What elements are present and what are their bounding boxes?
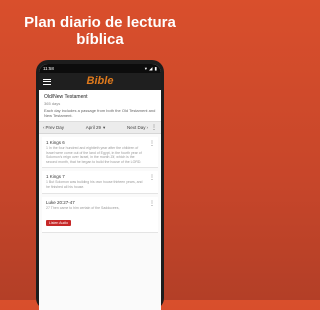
next-day-label: Next Day [126,125,146,130]
reading-preview: 1 In the four hundred and eightieth year… [46,146,142,164]
next-day-button[interactable]: Next Day › [127,125,148,130]
app-title: Bible [86,75,114,87]
plan-duration: 365 days [44,101,61,106]
reading-reference: 1 Kings 7 [46,174,65,179]
phone-screen: 11:58 ▾ ◢ ▮ Bible Old/New Testament 365 … [39,64,161,310]
plan-description: Each day includes a passage from both th… [44,108,156,118]
battery-icon: ▮ [154,65,157,71]
chevron-down-icon: ▾ [103,124,106,130]
promo-headline: Plan diario de lectura bíblica [0,14,200,48]
listen-audio-button[interactable]: Listen Audio [46,219,72,226]
reading-preview: 27 Then came to him certain of the Saddu… [46,206,120,210]
current-date: April 29 [85,125,101,130]
plan-header: Old/New Testament 365 days Each day incl… [39,90,161,122]
promo-line-2: bíblica [76,31,124,48]
more-options-icon[interactable]: ⋮ [149,140,155,147]
reading-reference: Luke 20:27-47 [46,200,75,205]
reading-card[interactable]: 1 Kings 7 1 But Solomon was building his… [42,171,158,194]
chevron-left-icon: ‹ [43,125,45,130]
app-bar: Bible [39,73,161,90]
prev-day-button[interactable]: ‹ Prev Day [43,125,64,130]
plan-title: Old/New Testament [44,94,88,100]
more-options-icon[interactable]: ⋮ [149,174,155,181]
date-selector[interactable]: April 29 ▾ [64,125,127,131]
chevron-right-icon: › [146,125,149,130]
reading-card[interactable]: 1 Kings 6 1 In the four hundred and eigh… [42,137,158,168]
reading-card[interactable]: Luke 20:27-47 27 Then came to him certai… [42,197,158,233]
signal-icon: ◢ [149,65,153,71]
phone-frame: 11:58 ▾ ◢ ▮ Bible Old/New Testament 365 … [36,60,164,310]
more-options-icon[interactable]: ⋮ [151,124,157,131]
status-bar: 11:58 ▾ ◢ ▮ [39,64,161,73]
wifi-icon: ▾ [144,65,148,71]
day-navigation: ‹ Prev Day April 29 ▾ Next Day › ⋮ [39,122,161,134]
promo-line-1: Plan diario de lectura [24,14,176,31]
more-options-icon[interactable]: ⋮ [149,200,155,207]
prev-day-label: Prev Day [45,125,65,130]
reading-reference: 1 Kings 6 [46,140,65,145]
status-time: 11:58 [43,66,54,71]
reading-preview: 1 But Solomon was building his own house… [46,180,143,189]
